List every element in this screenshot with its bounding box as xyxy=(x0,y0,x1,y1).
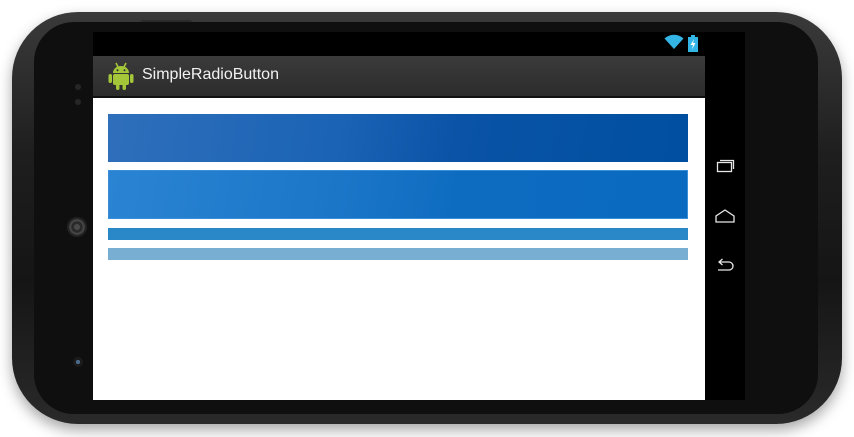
wifi-icon xyxy=(664,34,684,54)
action-bar: SimpleRadioButton xyxy=(93,56,705,98)
front-camera xyxy=(73,357,83,367)
back-icon[interactable] xyxy=(713,254,737,278)
speaker-grille xyxy=(67,217,87,237)
light-sensor xyxy=(75,99,81,105)
android-icon xyxy=(107,61,135,95)
radio-button-4[interactable] xyxy=(108,248,688,260)
home-icon[interactable] xyxy=(713,204,737,228)
navigation-bar xyxy=(705,32,745,400)
app-title: SimpleRadioButton xyxy=(142,66,279,83)
proximity-sensor xyxy=(75,84,81,90)
status-bar xyxy=(93,32,705,56)
radio-button-3[interactable] xyxy=(108,228,688,240)
radio-button-1[interactable] xyxy=(108,114,688,162)
radio-button-2[interactable] xyxy=(108,170,688,219)
battery-charging-icon xyxy=(688,35,698,56)
main-content xyxy=(93,98,705,400)
recent-apps-icon[interactable] xyxy=(713,154,737,178)
phone-screen: SimpleRadioButton xyxy=(93,32,745,400)
